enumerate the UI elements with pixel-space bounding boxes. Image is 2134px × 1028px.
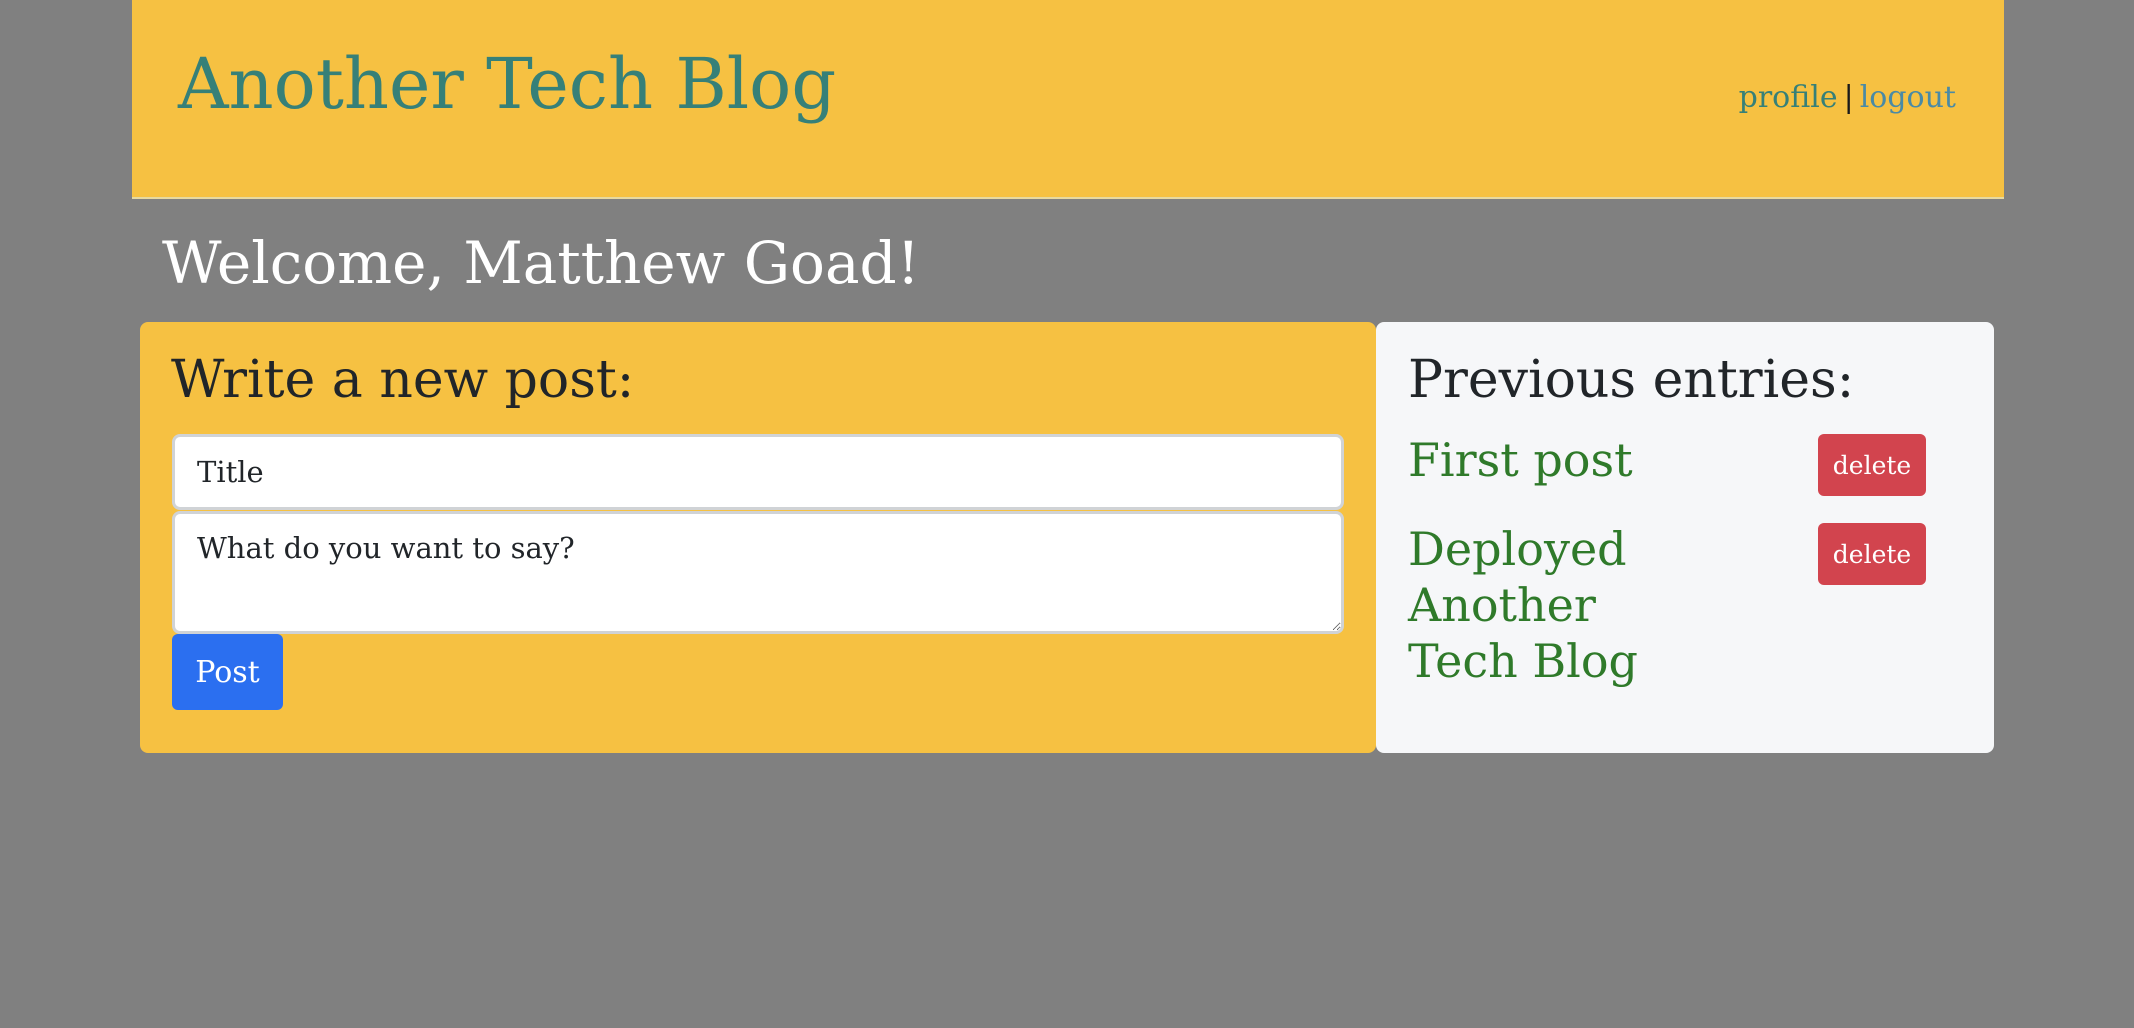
- post-body-textarea[interactable]: [172, 511, 1344, 634]
- entry-list: First post delete Deployed Another Tech …: [1408, 432, 1964, 714]
- previous-entries-heading: Previous entries:: [1408, 350, 1855, 410]
- delete-entry-button[interactable]: delete: [1818, 523, 1926, 585]
- new-post-panel: Write a new post: Post: [140, 322, 1376, 753]
- new-post-heading: Write a new post:: [171, 350, 635, 410]
- entry-item: First post delete: [1408, 432, 1964, 496]
- site-title[interactable]: Another Tech Blog: [178, 42, 836, 126]
- entry-title-link[interactable]: Deployed Another Tech Blog: [1408, 521, 1708, 689]
- post-title-input[interactable]: [172, 434, 1344, 510]
- welcome-message: Welcome, Matthew Goad!: [162, 229, 920, 297]
- logout-link[interactable]: logout: [1860, 80, 1956, 115]
- delete-entry-button[interactable]: delete: [1818, 434, 1926, 496]
- nav-separator: |: [1843, 80, 1854, 115]
- post-submit-button[interactable]: Post: [172, 634, 283, 710]
- previous-entries-panel: Previous entries: First post delete Depl…: [1376, 322, 1994, 753]
- header-nav: profile | logout: [1739, 78, 1956, 118]
- site-header: Another Tech Blog profile | logout: [132, 0, 2004, 199]
- entry-title-link[interactable]: First post: [1408, 432, 1708, 488]
- entry-item: Deployed Another Tech Blog delete: [1408, 521, 1964, 689]
- profile-link[interactable]: profile: [1739, 80, 1838, 115]
